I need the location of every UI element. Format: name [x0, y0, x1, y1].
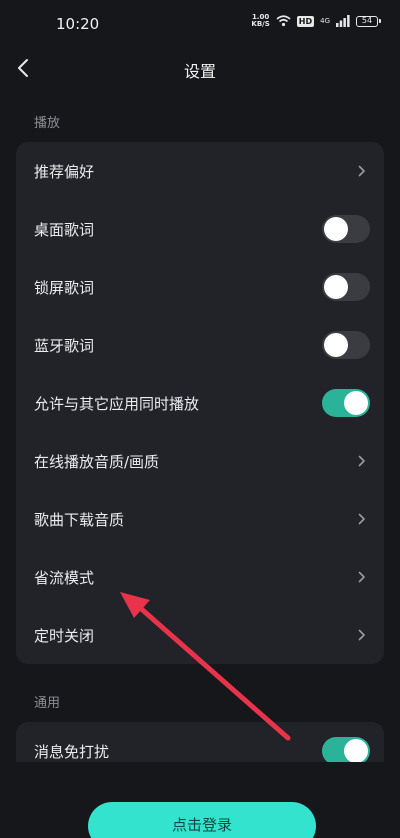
- signal-icon: [336, 15, 350, 27]
- desktop-lyrics-toggle[interactable]: [322, 215, 370, 243]
- battery-level: 54: [361, 15, 373, 25]
- setting-row-desktop-lyrics: 桌面歌词: [16, 200, 384, 258]
- mix-playback-toggle[interactable]: [322, 389, 370, 417]
- chevron-right-icon: [354, 511, 370, 527]
- login-button[interactable]: 点击登录: [88, 802, 316, 838]
- toggle-knob: [344, 391, 368, 415]
- bluetooth-lyrics-toggle[interactable]: [322, 331, 370, 359]
- setting-label: 蓝牙歌词: [34, 336, 95, 355]
- setting-row-sleep-timer[interactable]: 定时关闭: [16, 606, 384, 664]
- section-label-playback: 播放: [34, 116, 61, 131]
- setting-row-online-quality[interactable]: 在线播放音质/画质: [16, 432, 384, 490]
- status-time: 10:20: [56, 15, 100, 33]
- setting-label: 消息免打扰: [34, 742, 110, 761]
- wifi-icon: [276, 15, 291, 27]
- hd-badge: HD: [296, 15, 315, 27]
- toggle-knob: [324, 275, 348, 299]
- setting-label: 允许与其它应用同时播放: [34, 394, 200, 413]
- setting-row-lockscreen-lyrics: 锁屏歌词: [16, 258, 384, 316]
- chevron-right-icon: [354, 627, 370, 643]
- nav-bar: 设置: [0, 46, 400, 90]
- setting-label: 在线播放音质/画质: [34, 452, 160, 471]
- status-icons: 1.00 KB/S HD 4G 54: [251, 14, 381, 28]
- battery-icon: 54: [356, 15, 381, 27]
- lockscreen-lyrics-toggle[interactable]: [322, 273, 370, 301]
- chevron-right-icon: [354, 453, 370, 469]
- chevron-right-icon: [354, 163, 370, 179]
- network-speed: 1.00 KB/S: [251, 14, 269, 28]
- setting-row-bluetooth-lyrics: 蓝牙歌词: [16, 316, 384, 374]
- network-speed-unit: KB/S: [251, 20, 270, 28]
- setting-row-mix-playback: 允许与其它应用同时播放: [16, 374, 384, 432]
- page-title: 设置: [183, 62, 216, 81]
- setting-row-data-saver[interactable]: 省流模式: [16, 548, 384, 606]
- setting-label: 推荐偏好: [34, 162, 95, 181]
- setting-label: 省流模式: [34, 568, 95, 587]
- setting-label: 定时关闭: [34, 626, 95, 645]
- setting-row-download-quality[interactable]: 歌曲下载音质: [16, 490, 384, 548]
- toggle-knob: [344, 739, 368, 763]
- toggle-knob: [324, 217, 348, 241]
- status-bar: 10:20 1.00 KB/S HD 4G 54: [0, 0, 400, 46]
- setting-row-recommend-preference[interactable]: 推荐偏好: [16, 142, 384, 200]
- setting-label: 桌面歌词: [34, 220, 95, 239]
- do-not-disturb-toggle[interactable]: [322, 737, 370, 765]
- setting-label: 歌曲下载音质: [34, 510, 125, 529]
- network-type: 4G: [320, 17, 330, 25]
- section-label-general: 通用: [34, 696, 61, 711]
- setting-label: 锁屏歌词: [34, 278, 95, 297]
- chevron-right-icon: [354, 569, 370, 585]
- toggle-knob: [324, 333, 348, 357]
- playback-settings-card: 推荐偏好 桌面歌词 锁屏歌词 蓝牙歌词 允许与其它应用同时播放 在线播放音质/画…: [16, 142, 384, 664]
